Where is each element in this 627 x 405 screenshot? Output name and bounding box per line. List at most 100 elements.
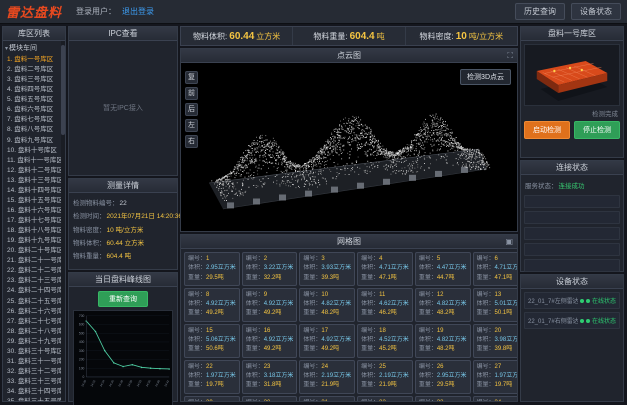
area-list-item[interactable]: 28. 盘料二十八号库区: [7, 327, 65, 337]
area-list-item[interactable]: 4. 盘料四号库区: [7, 85, 65, 95]
history-query-button[interactable]: 历史查询: [515, 3, 565, 20]
area-list-item[interactable]: 23. 盘料二十三号库区: [7, 276, 65, 286]
cell-weight-label: 重量：: [361, 275, 379, 281]
tree-root-node[interactable]: ▾模块车间: [3, 41, 65, 55]
cell-weight-value: 46.2吨: [379, 310, 397, 316]
view-direction-button[interactable]: 左: [185, 119, 198, 132]
stop-detect-button[interactable]: 停止检测: [574, 121, 620, 139]
grid-cell[interactable]: 编号：29 体积：1.97立方米 重量：19.7吨: [184, 396, 240, 401]
area-list-item[interactable]: 6. 盘料六号库区: [7, 105, 65, 115]
scrollbar-thumb[interactable]: [61, 45, 65, 135]
area-list-item[interactable]: 7. 盘料七号库区: [7, 115, 65, 125]
logout-link[interactable]: 退出登录: [122, 6, 154, 17]
grid-cell[interactable]: 编号：32 体积：1.76立方米 重量：17.6吨: [357, 396, 413, 401]
area-list-item[interactable]: 26. 盘料二十六号库区: [7, 307, 65, 317]
grid-cell[interactable]: 编号：24 体积：2.19立方米 重量：21.9吨: [299, 360, 355, 394]
grid-cell[interactable]: 编号：4 体积：4.71立方米 重量：47.1吨: [357, 252, 413, 286]
pointcloud-viewport[interactable]: 复前后左右 检测3D点云: [181, 63, 517, 231]
right-column: 盘料一号库区 检测完成 启动检测 停止检测 连接状态 服: [520, 26, 624, 402]
cell-weight-label: 重量：: [419, 275, 437, 281]
grid-cell[interactable]: 编号：13 体积：5.01立方米 重量：50.1吨: [473, 288, 517, 322]
area-list-item[interactable]: 34. 盘料三十四号库区: [7, 387, 65, 397]
area-list-scrollbar[interactable]: [61, 41, 65, 401]
cell-weight-label: 重量：: [361, 382, 379, 388]
warehouse-3d-model[interactable]: [524, 44, 620, 106]
fullscreen-icon[interactable]: ⛶: [507, 49, 513, 62]
area-list-item[interactable]: 21. 盘料二十一号库区: [7, 256, 65, 266]
grid-cell[interactable]: 编号：31 体积：2.19立方米 重量：21.9吨: [299, 396, 355, 401]
grid-cell[interactable]: 编号：26 体积：2.95立方米 重量：29.5吨: [415, 360, 471, 394]
area-list-item[interactable]: 30. 盘料三十号库区: [7, 347, 65, 357]
area-list-item[interactable]: 20. 盘料二十号库区: [7, 246, 65, 256]
area-list-item[interactable]: 31. 盘料三十一号库区: [7, 357, 65, 367]
grid-cell[interactable]: 编号：23 体积：3.18立方米 重量：31.8吨: [242, 360, 298, 394]
cell-weight-label: 重量：: [303, 346, 321, 352]
area-list-item[interactable]: 32. 盘料三十二号库区: [7, 367, 65, 377]
grid-cell[interactable]: 编号：30 体积：3.18立方米 重量：31.8吨: [242, 396, 298, 401]
grid-cell[interactable]: 编号：5 体积：4.47立方米 重量：44.7吨: [415, 252, 471, 286]
cell-volume-value: 4.71立方米: [495, 265, 517, 271]
area-list-item[interactable]: 25. 盘料二十五号库区: [7, 297, 65, 307]
grid-cell[interactable]: 编号：10 体积：4.82立方米 重量：48.2吨: [299, 288, 355, 322]
area-list-item[interactable]: 35. 盘料三十五号库区: [7, 397, 65, 401]
cell-volume-value: 2.95立方米: [206, 265, 236, 271]
area-list-item[interactable]: 3. 盘料三号库区: [7, 75, 65, 85]
grid-cell[interactable]: 编号：17 体积：4.92立方米 重量：49.2吨: [299, 324, 355, 358]
grid-cell[interactable]: 编号：33 体积：1.85立方米 重量：18.5吨: [415, 396, 471, 401]
area-list-item[interactable]: 18. 盘料十八号库区: [7, 226, 65, 236]
view-direction-button[interactable]: 复: [185, 71, 198, 84]
area-list-item[interactable]: 8. 盘料八号库区: [7, 125, 65, 135]
expand-icon[interactable]: ▣: [505, 235, 513, 248]
grid-cell[interactable]: 编号：11 体积：4.62立方米 重量：46.2吨: [357, 288, 413, 322]
area-list-item[interactable]: 22. 盘料二十二号库区: [7, 266, 65, 276]
grid-cell[interactable]: 编号：16 体积：4.92立方米 重量：49.2吨: [242, 324, 298, 358]
cell-volume-value: 3.22立方米: [264, 265, 294, 271]
grid-cell[interactable]: 编号：34 体积：2.10立方米 重量：21.0吨: [473, 396, 517, 401]
grid-cell[interactable]: 编号：22 体积：1.97立方米 重量：19.7吨: [184, 360, 240, 394]
area-list-item[interactable]: 16. 盘料十六号库区: [7, 206, 65, 216]
cell-no-value: 30: [264, 400, 271, 401]
cell-no-value: 27: [495, 364, 502, 370]
cell-no-value: 4: [379, 256, 382, 262]
area-list-item[interactable]: 2. 盘料二号库区: [7, 65, 65, 75]
detect-3d-pointcloud-button[interactable]: 检测3D点云: [460, 69, 511, 85]
area-list-item[interactable]: 24. 盘料二十四号库区: [7, 286, 65, 296]
area-list-item[interactable]: 27. 盘料二十七号库区: [7, 317, 65, 327]
grid-cell[interactable]: 编号：20 体积：3.98立方米 重量：39.8吨: [473, 324, 517, 358]
area-list-item[interactable]: 11. 盘料十一号库区: [7, 156, 65, 166]
grid-cell[interactable]: 编号：6 体积：4.71立方米 重量：47.1吨: [473, 252, 517, 286]
area-list-item[interactable]: 17. 盘料十七号库区: [7, 216, 65, 226]
grid-cell[interactable]: 编号：9 体积：4.92立方米 重量：49.2吨: [242, 288, 298, 322]
area-list-item[interactable]: 33. 盘料三十三号库区: [7, 377, 65, 387]
area-list-item[interactable]: 15. 盘料十五号库区: [7, 196, 65, 206]
grid-cell[interactable]: 编号：8 体积：4.92立方米 重量：49.2吨: [184, 288, 240, 322]
grid-cell[interactable]: 编号：3 体积：3.93立方米 重量：39.3吨: [299, 252, 355, 286]
view-direction-button[interactable]: 前: [185, 87, 198, 100]
device-status-button[interactable]: 设备状态: [571, 3, 621, 20]
grid-cell[interactable]: 编号：12 体积：4.82立方米 重量：48.2吨: [415, 288, 471, 322]
area-list-item[interactable]: 5. 盘料五号库区: [7, 95, 65, 105]
grid-cell[interactable]: 编号：19 体积：4.82立方米 重量：48.2吨: [415, 324, 471, 358]
area-list-item[interactable]: 13. 盘料十三号库区: [7, 176, 65, 186]
area-list-item[interactable]: 29. 盘料二十九号库区: [7, 337, 65, 347]
area-list-item[interactable]: 1. 盘料一号库区: [7, 55, 65, 65]
area-list-item[interactable]: 14. 盘料十四号库区: [7, 186, 65, 196]
cell-volume-label: 体积：: [303, 301, 321, 307]
area-list-item[interactable]: 12. 盘料十二号库区: [7, 166, 65, 176]
requery-button[interactable]: 重新查询: [98, 291, 148, 307]
start-detect-button[interactable]: 启动检测: [524, 121, 570, 139]
area-list-item[interactable]: 10. 盘料十号库区: [7, 146, 65, 156]
grid-cell[interactable]: 编号：18 体积：4.52立方米 重量：45.2吨: [357, 324, 413, 358]
area-list-item[interactable]: 9. 盘料九号库区: [7, 136, 65, 146]
view-direction-button[interactable]: 右: [185, 135, 198, 148]
cell-weight-value: 48.2吨: [321, 310, 339, 316]
view-direction-button[interactable]: 后: [185, 103, 198, 116]
grid-cell[interactable]: 编号：25 体积：2.19立方米 重量：21.9吨: [357, 360, 413, 394]
measure-detail-title: 测量详情: [69, 179, 177, 193]
pointcloud-canvas[interactable]: [181, 63, 517, 231]
grid-cell[interactable]: 编号：27 体积：1.97立方米 重量：19.7吨: [473, 360, 517, 394]
area-list-item[interactable]: 19. 盘料十九号库区: [7, 236, 65, 246]
grid-cell[interactable]: 编号：2 体积：3.22立方米 重量：32.2吨: [242, 252, 298, 286]
grid-cell[interactable]: 编号：1 体积：2.95立方米 重量：29.5吨: [184, 252, 240, 286]
grid-cell[interactable]: 编号：15 体积：5.06立方米 重量：50.6吨: [184, 324, 240, 358]
